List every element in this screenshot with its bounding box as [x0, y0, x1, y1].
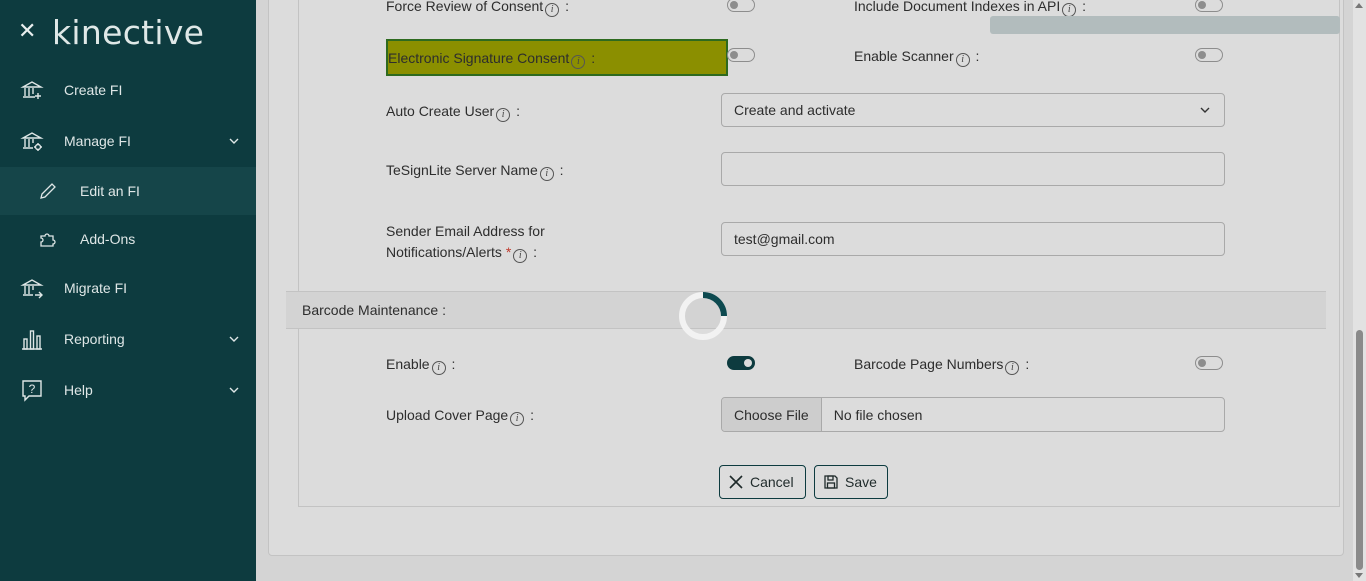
loading-spinner-icon	[679, 292, 727, 340]
esign-consent-label: Electronic Signature Consent i :	[388, 50, 596, 69]
barcode-page-numbers-label: Barcode Page Numbers i :	[854, 356, 1030, 375]
force-review-label: Force Review of Consent i :	[386, 0, 569, 17]
sidebar-item-reporting[interactable]: Reporting	[0, 314, 256, 364]
cancel-button[interactable]: Cancel	[719, 465, 806, 499]
save-button[interactable]: Save	[814, 465, 888, 499]
file-status: No file chosen	[833, 406, 923, 423]
sidebar-item-create-fi[interactable]: Create FI	[0, 65, 256, 115]
chevron-down-icon	[229, 387, 239, 393]
upload-cover-label: Upload Cover Page i :	[386, 407, 534, 426]
include-doc-indexes-toggle[interactable]	[1195, 0, 1223, 12]
sidebar-item-migrate-fi[interactable]: Migrate FI	[0, 263, 256, 313]
sidebar-item-label: Add-Ons	[80, 231, 136, 247]
info-icon[interactable]: i	[431, 361, 446, 375]
scroll-down-arrow-icon[interactable]	[1355, 573, 1363, 578]
sidebar-item-label: Migrate FI	[64, 280, 128, 296]
required-asterisk: *	[505, 244, 512, 260]
sidebar: ✕ kinective Create FI Manage FI Edit an …	[0, 0, 256, 581]
enable-scanner-toggle[interactable]	[1195, 48, 1223, 62]
close-icon	[729, 475, 743, 489]
auto-create-user-select[interactable]: Create and activate	[721, 93, 1225, 127]
force-review-toggle[interactable]	[727, 0, 755, 12]
sidebar-item-edit-fi[interactable]: Edit an FI	[0, 167, 256, 215]
floppy-disk-icon	[824, 475, 838, 489]
scrollbar-thumb[interactable]	[1356, 330, 1363, 570]
scroll-up-arrow-icon[interactable]	[1355, 3, 1363, 8]
barcode-section-header: Barcode Maintenance :	[286, 291, 1326, 329]
bank-plus-icon	[20, 81, 44, 99]
info-icon[interactable]: i	[571, 55, 586, 69]
info-icon[interactable]: i	[539, 167, 554, 181]
enable-scanner-label: Enable Scanner i :	[854, 48, 980, 67]
upload-cover-file-input[interactable]: Choose File No file chosen	[721, 397, 1225, 432]
chevron-down-icon	[229, 138, 239, 144]
sidebar-item-label: Manage FI	[64, 133, 131, 149]
esign-consent-toggle[interactable]	[727, 48, 755, 62]
sidebar-item-label: Reporting	[64, 331, 125, 347]
form-card	[268, 0, 1344, 556]
info-icon[interactable]: i	[545, 3, 560, 17]
select-value: Create and activate	[734, 102, 856, 118]
sender-email-input[interactable]: test@gmail.com	[721, 222, 1225, 256]
info-icon[interactable]: i	[1005, 361, 1020, 375]
barcode-enable-label: Enable i :	[386, 356, 456, 375]
include-doc-indexes-label: Include Document Indexes in API i :	[854, 0, 1087, 17]
question-icon: ?	[22, 380, 42, 402]
barcode-page-numbers-toggle[interactable]	[1195, 356, 1223, 370]
sidebar-item-label: Help	[64, 382, 93, 398]
info-icon[interactable]: i	[1062, 3, 1077, 17]
svg-text:?: ?	[29, 382, 36, 396]
barcode-enable-toggle[interactable]	[727, 356, 755, 370]
close-icon[interactable]: ✕	[18, 20, 38, 42]
vertical-scrollbar[interactable]	[1353, 0, 1366, 581]
bank-arrow-icon	[20, 279, 44, 299]
sidebar-item-label: Create FI	[64, 82, 123, 98]
tesignlite-input[interactable]	[721, 152, 1225, 186]
info-icon[interactable]: i	[513, 249, 528, 263]
sidebar-item-manage-fi[interactable]: Manage FI	[0, 116, 256, 166]
info-icon[interactable]: i	[955, 53, 970, 67]
sidebar-item-label: Edit an FI	[80, 183, 140, 199]
puzzle-icon	[40, 233, 56, 247]
info-icon[interactable]: i	[510, 412, 525, 426]
tesignlite-label: TeSignLite Server Name i :	[386, 162, 564, 181]
pencil-icon	[40, 183, 56, 199]
chevron-down-icon	[1200, 107, 1210, 113]
logo: kinective	[52, 13, 205, 52]
auto-create-user-label: Auto Create User i :	[386, 103, 520, 122]
tooltip-popup	[990, 16, 1340, 34]
bar-chart-icon	[22, 330, 42, 350]
choose-file-button[interactable]: Choose File	[722, 398, 822, 431]
brand-header: ✕ kinective	[0, 0, 256, 64]
sender-email-label: Sender Email Address for Notifications/A…	[386, 223, 545, 263]
info-icon[interactable]: i	[496, 108, 511, 122]
sidebar-item-add-ons[interactable]: Add-Ons	[0, 215, 256, 263]
chevron-down-icon	[229, 336, 239, 342]
sidebar-item-help[interactable]: ? Help	[0, 365, 256, 415]
bank-gear-icon	[20, 132, 44, 151]
